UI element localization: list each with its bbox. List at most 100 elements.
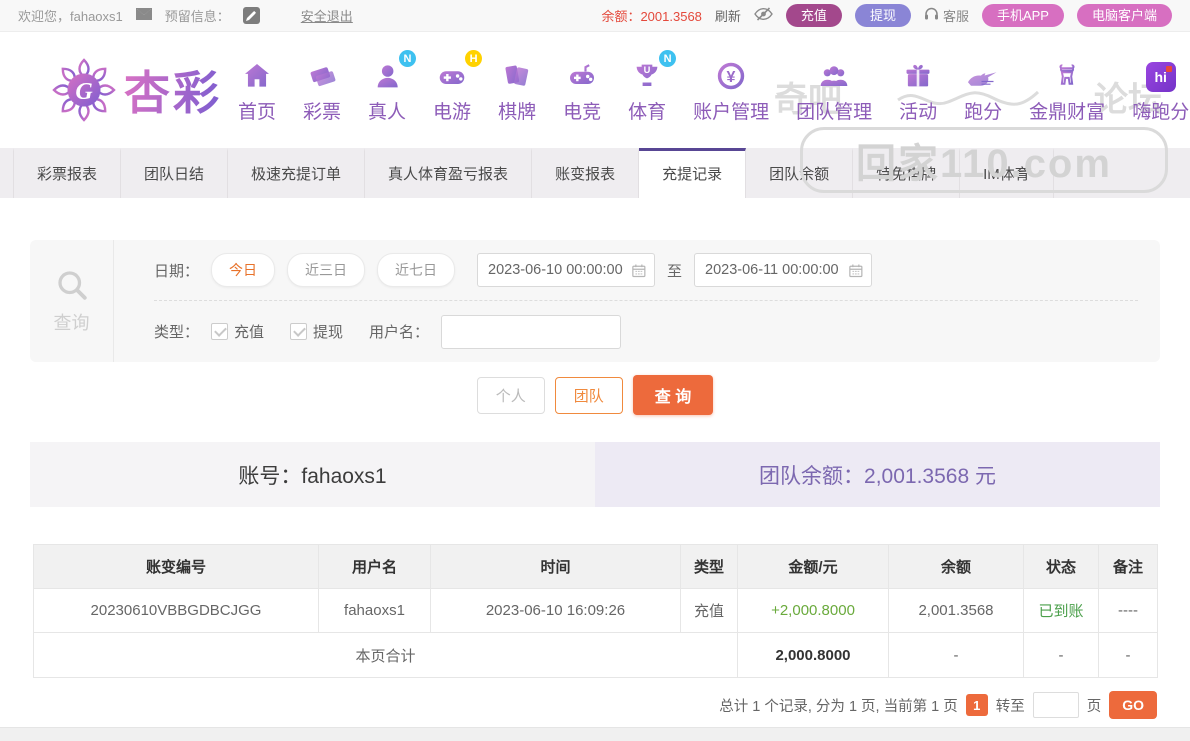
page-unit-label: 页 (1086, 698, 1102, 715)
summary-amount: 2,000.8000 (737, 632, 889, 678)
main-content: 查询 日期： 今日 近三日 近七日 至 类型： (0, 198, 1190, 727)
tab-account-change[interactable]: 账变报表 (532, 148, 640, 198)
tab-lottery-report[interactable]: 彩票报表 (13, 148, 122, 198)
col-status: 状态 (1023, 544, 1099, 589)
nav-item-hi-paofen[interactable]: hi 嗨跑分 (1132, 56, 1189, 124)
svg-text:¥: ¥ (727, 69, 736, 86)
logo-wordmark: 杏彩 (124, 57, 222, 123)
table-header-row: 账变编号 用户名 时间 类型 金额/元 余额 状态 备注 (33, 544, 1158, 589)
yen-circle-icon: ¥ (717, 62, 745, 90)
search-panel: 查询 日期： 今日 近三日 近七日 至 类型： (30, 240, 1160, 362)
preset-3days[interactable]: 近三日 (287, 253, 366, 287)
cell-status: 已到账 (1023, 588, 1099, 633)
action-row: 个人 团队 查 询 (0, 375, 1190, 415)
svg-text:U: U (644, 65, 651, 75)
cell-balance: 2,001.3568 (888, 588, 1024, 633)
withdraw-button[interactable]: 提现 (854, 4, 911, 27)
summary-balance: - (888, 632, 1024, 678)
logout-link[interactable]: 安全退出 (301, 6, 353, 25)
deposit-checkbox[interactable] (211, 323, 229, 340)
col-change-id: 账变编号 (33, 544, 319, 589)
team-button[interactable]: 团队 (554, 376, 623, 414)
nav-item-lottery[interactable]: 彩票 (303, 56, 341, 124)
nav-item-account-mgmt[interactable]: ¥ 账户管理 (693, 56, 769, 124)
nav-item-activity[interactable]: 活动 (899, 56, 937, 124)
personal-button[interactable]: 个人 (476, 376, 545, 414)
tripod-vessel-icon (1059, 64, 1075, 85)
team-balance: 团队余额：2,001.3568 元 (595, 442, 1160, 507)
calendar-icon (849, 264, 863, 277)
search-side-label: 查询 (53, 313, 90, 333)
tab-im-sports[interactable]: IM体育 (960, 148, 1054, 198)
pagination-info: 总计 1 个记录, 分为 1 页, 当前第 1 页 (719, 698, 958, 715)
col-balance: 余额 (888, 544, 1024, 589)
site-header: G 杏彩 首页 彩票 N 真人 H 电游 棋牌 电竞 UN 体育 ¥ 账户管理 … (0, 32, 1190, 193)
preset-today[interactable]: 今日 (211, 253, 276, 287)
account-summary-bar: 账号：fahaoxs1 团队余额：2,001.3568 元 (30, 442, 1160, 507)
reserved-info-label: 预留信息： (164, 9, 230, 24)
summary-label: 本页合计 (33, 632, 738, 678)
date-from-input[interactable] (488, 262, 633, 278)
nav-item-cards[interactable]: 棋牌 (498, 56, 536, 124)
query-button[interactable]: 查 询 (632, 375, 714, 415)
search-side: 查询 (30, 240, 114, 362)
mobile-app-button[interactable]: 手机APP (981, 4, 1064, 27)
tab-deposit-withdraw-records[interactable]: 充提记录 (639, 148, 747, 198)
site-logo[interactable]: G 杏彩 (52, 57, 222, 123)
cell-remark: ---- (1098, 588, 1158, 633)
nav-item-home[interactable]: 首页 (238, 56, 276, 124)
cell-change-id: 20230610VBBGDBCJGG (33, 588, 319, 633)
nav-item-jinding-wealth[interactable]: 金鼎财富 (1029, 56, 1105, 124)
gift-icon (906, 64, 930, 87)
rhino-swoosh-icon (968, 72, 997, 86)
tab-team-balance[interactable]: 团队余额 (746, 148, 854, 198)
nav-item-paofen[interactable]: 跑分 (964, 56, 1002, 124)
username-input[interactable] (441, 314, 622, 349)
summary-remark: - (1098, 632, 1158, 678)
date-label: 日期： (154, 262, 200, 280)
main-nav: 首页 彩票 N 真人 H 电游 棋牌 电竞 UN 体育 ¥ 账户管理 团队管理 … (238, 50, 1189, 124)
nav-badge-h: H (465, 50, 483, 67)
tab-tetu-cards[interactable]: 特兔棋牌 (853, 148, 961, 198)
withdraw-checkbox-label: 提现 (313, 324, 344, 341)
current-page-button[interactable]: 1 (965, 694, 988, 716)
date-to-input[interactable] (705, 262, 850, 278)
refresh-link[interactable]: 刷新 (715, 6, 741, 25)
eye-slash-icon[interactable] (754, 7, 773, 24)
goto-label: 转至 (995, 698, 1025, 715)
nav-item-live[interactable]: N 真人 (368, 50, 417, 124)
col-username: 用户名 (318, 544, 431, 589)
pc-client-button[interactable]: 电脑客户端 (1076, 4, 1172, 27)
deposit-button[interactable]: 充值 (785, 4, 842, 27)
search-form: 日期： 今日 近三日 近七日 至 类型： 充值 (114, 240, 1160, 362)
table-row: 20230610VBBGDBCJGG fahaoxs1 2023-06-10 1… (33, 588, 1158, 633)
customer-service-link[interactable]: 客服 (924, 6, 969, 25)
date-to-field[interactable] (694, 253, 873, 287)
account-number: 账号：fahaoxs1 (30, 442, 595, 507)
mail-icon[interactable] (135, 8, 152, 23)
tab-live-sports-pl[interactable]: 真人体育盈亏报表 (365, 148, 533, 198)
trophy-icon: U (636, 64, 658, 86)
goto-page-input[interactable] (1032, 692, 1079, 718)
esports-controller-icon (570, 64, 595, 84)
tab-team-daily[interactable]: 团队日结 (121, 148, 229, 198)
nav-item-team-mgmt[interactable]: 团队管理 (796, 56, 872, 124)
cell-time: 2023-06-10 16:09:26 (430, 588, 681, 633)
deposit-checkbox-label: 充值 (234, 324, 265, 341)
username-label: 用户名： (369, 324, 430, 341)
edit-icon[interactable] (242, 7, 260, 24)
svg-text:G: G (75, 79, 93, 105)
preset-7days[interactable]: 近七日 (377, 253, 456, 287)
withdraw-checkbox[interactable] (290, 323, 308, 340)
type-label: 类型： (154, 324, 200, 341)
search-icon (57, 271, 87, 300)
tab-fast-orders[interactable]: 极速充提订单 (228, 148, 366, 198)
nav-item-egames[interactable]: H 电游 (433, 50, 483, 124)
go-button[interactable]: GO (1109, 691, 1157, 719)
nav-item-esports[interactable]: 电竞 (563, 56, 601, 124)
calendar-icon (632, 264, 646, 277)
date-from-field[interactable] (477, 253, 656, 287)
records-table: 账变编号 用户名 时间 类型 金额/元 余额 状态 备注 20230610VBB… (33, 544, 1158, 678)
nav-item-sports[interactable]: UN 体育 (628, 50, 677, 124)
topbar: 欢迎您，fahaoxs1 预留信息： 安全退出 余额：2001.3568 刷新 … (0, 0, 1190, 32)
